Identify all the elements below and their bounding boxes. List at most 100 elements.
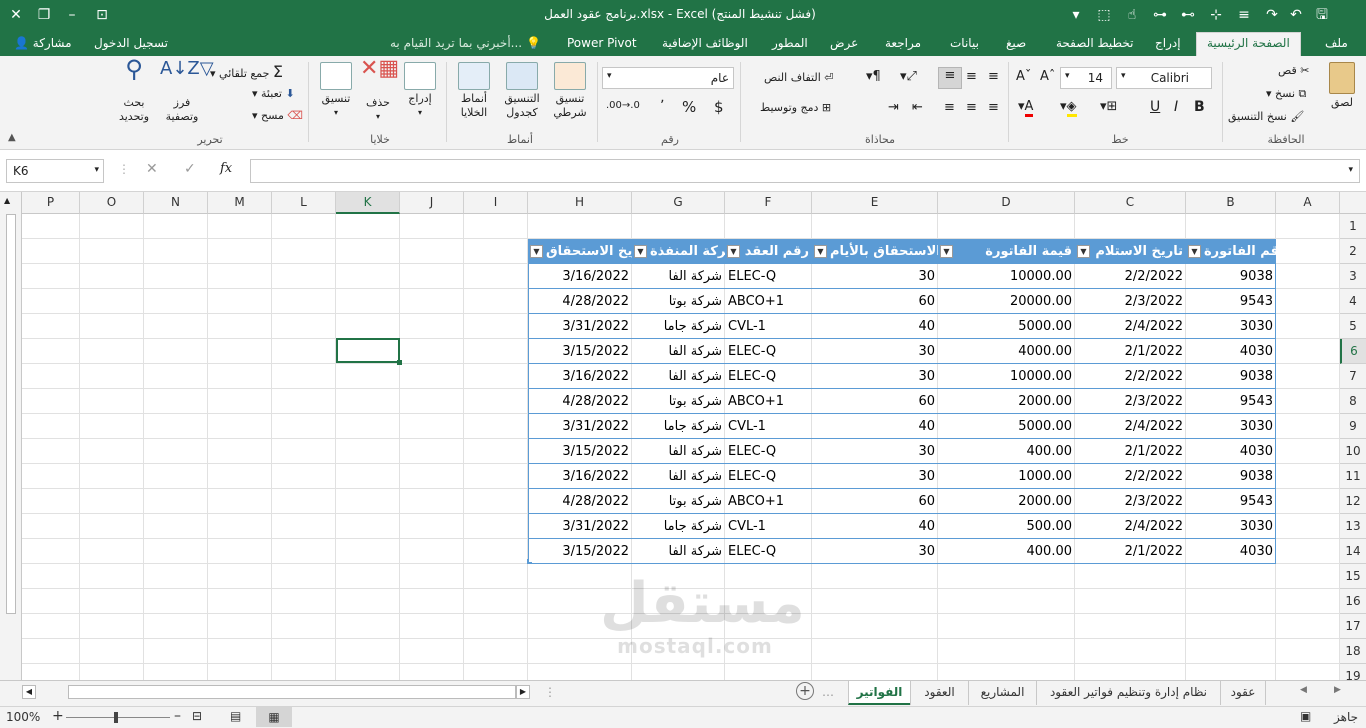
worksheet-grid[interactable]: ▲ ABCDEFGHIJKLMNOP 1 2 3 4 5 6 7 8 9 10 11 12 13 14 15… — [0, 192, 1366, 689]
column-header-L[interactable]: L — [272, 192, 336, 214]
column-header-I[interactable]: I — [464, 192, 528, 214]
tab-formulas[interactable]: صيغ — [1006, 36, 1026, 50]
row-header-8[interactable]: 8 — [1340, 389, 1366, 414]
table-cell[interactable]: 5000.00 — [938, 414, 1075, 439]
row-header-2[interactable]: 2 — [1340, 239, 1366, 264]
org-chart-icon[interactable]: ⊷ — [1178, 5, 1198, 25]
autosum-button[interactable]: ▾ جمع تلقائي Σ — [210, 62, 283, 81]
table-cell[interactable]: 9038 — [1186, 464, 1276, 489]
name-box[interactable]: K6 ▾ — [6, 159, 104, 183]
insert-function-button[interactable]: fx — [220, 161, 232, 176]
fill-handle[interactable] — [397, 360, 402, 365]
column-header-A[interactable]: A — [1276, 192, 1340, 214]
sort-filter-button[interactable]: A↓Z▽ فرز وتصفية — [160, 60, 214, 124]
table-cell[interactable]: 20000.00 — [938, 289, 1075, 314]
table-cell[interactable]: 9038 — [1186, 364, 1276, 389]
table-cell[interactable]: 2/3/2022 — [1075, 289, 1186, 314]
table-cell[interactable]: ELEC-Q — [725, 439, 812, 464]
touch-mode-icon[interactable]: ☝ — [1122, 5, 1142, 25]
table-cell[interactable]: 3/16/2022 — [528, 464, 632, 489]
hierarchy-icon[interactable]: ⊹ — [1206, 5, 1226, 25]
filter-dropdown-icon[interactable]: ▼ — [1188, 245, 1201, 258]
vertical-scrollbar[interactable]: ▲ — [0, 192, 22, 680]
more-sheets-icon[interactable]: … — [822, 685, 834, 699]
ribbon-display-icon[interactable]: ⊡ — [92, 5, 112, 25]
scroll-up-icon[interactable]: ▲ — [4, 196, 10, 205]
filter-dropdown-icon[interactable]: ▼ — [634, 245, 647, 258]
row-header-9[interactable]: 9 — [1340, 414, 1366, 439]
table-cell[interactable]: 3030 — [1186, 414, 1276, 439]
table-header-cell[interactable]: رقم العقد ▼ — [725, 239, 812, 264]
find-select-button[interactable]: ⚲ بحث وتحديد — [112, 57, 156, 124]
fill-color-button[interactable]: ▾◈ — [1060, 99, 1077, 117]
zoom-slider[interactable] — [66, 717, 170, 718]
filter-dropdown-icon[interactable]: ▼ — [727, 245, 740, 258]
table-cell[interactable]: ABCO+1 — [725, 489, 812, 514]
redo-icon[interactable]: ↷ — [1262, 5, 1282, 25]
row-header-7[interactable]: 7 — [1340, 364, 1366, 389]
table-header-cell[interactable]: رقم الفاتورة▼ — [1186, 239, 1276, 264]
table-cell[interactable]: 60 — [812, 389, 938, 414]
tab-page-layout[interactable]: تخطيط الصفحة — [1056, 36, 1133, 50]
row-header-5[interactable]: 5 — [1340, 314, 1366, 339]
column-header-D[interactable]: D — [938, 192, 1075, 214]
zoom-thumb[interactable] — [114, 712, 118, 723]
row-header-14[interactable]: 14 — [1340, 539, 1366, 564]
table-cell[interactable]: 60 — [812, 489, 938, 514]
table-header-cell[interactable]: مدة الاستحقاق بالأيام▼ — [812, 239, 938, 264]
table-cell[interactable]: 30 — [812, 464, 938, 489]
table-cell[interactable]: 40 — [812, 514, 938, 539]
table-cell[interactable]: 30 — [812, 264, 938, 289]
row-header-6[interactable]: 6 — [1340, 339, 1366, 364]
font-size-dropdown[interactable]: ▾ 14 — [1060, 67, 1112, 89]
close-icon[interactable]: ✕ — [6, 5, 26, 25]
tab-view[interactable]: عرض — [830, 36, 858, 50]
font-color-button[interactable]: ▾A — [1018, 99, 1034, 117]
decrease-decimal-button[interactable]: .00→.0 — [606, 100, 640, 111]
column-header-O[interactable]: O — [80, 192, 144, 214]
next-sheet-icon[interactable]: ▶ — [1334, 685, 1341, 695]
table-cell[interactable]: 4000.00 — [938, 339, 1075, 364]
select-icon[interactable]: ⬚ — [1094, 5, 1114, 25]
table-header-cell[interactable]: تاريخ الاستلام ▼ — [1075, 239, 1186, 264]
table-cell[interactable]: 4/28/2022 — [528, 389, 632, 414]
table-cell[interactable]: 4030 — [1186, 439, 1276, 464]
table-cell[interactable]: 2/1/2022 — [1075, 539, 1186, 564]
table-cell[interactable]: CVL-1 — [725, 514, 812, 539]
sheet-tab-system[interactable]: نظام إدارة وتنظيم فواتير العقود — [1036, 681, 1220, 705]
table-cell[interactable]: 1000.00 — [938, 464, 1075, 489]
table-header-cell[interactable]: قيمة الفاتورة ▼ — [938, 239, 1075, 264]
page-break-view-icon[interactable]: ⊟ — [192, 709, 202, 723]
table-cell[interactable]: 3/31/2022 — [528, 414, 632, 439]
column-header-N[interactable]: N — [144, 192, 208, 214]
sheet-tab-contracts[interactable]: العقود — [910, 681, 968, 705]
diagram-icon[interactable]: ⊶ — [1150, 5, 1170, 25]
save-icon[interactable]: 🖫 — [1312, 5, 1332, 25]
table-cell[interactable]: 3030 — [1186, 314, 1276, 339]
fill-button[interactable]: ▾ تعبئة ⬇ — [252, 87, 295, 100]
share-button[interactable]: 👤 مشاركة — [14, 36, 72, 50]
sheet-tab-main[interactable]: عقود — [1220, 681, 1266, 705]
row-header-18[interactable]: 18 — [1340, 639, 1366, 664]
splitter-icon[interactable]: ⋮ — [544, 685, 556, 699]
table-cell[interactable]: 400.00 — [938, 539, 1075, 564]
currency-button[interactable]: $ — [714, 98, 724, 116]
row-header-11[interactable]: 11 — [1340, 464, 1366, 489]
cancel-entry-icon[interactable]: ✕ — [146, 161, 158, 177]
table-cell[interactable]: 3/31/2022 — [528, 314, 632, 339]
tab-addins[interactable]: الوظائف الإضافية — [662, 36, 748, 50]
percent-style-button[interactable]: % — [682, 98, 696, 116]
zoom-level[interactable]: 100% — [6, 710, 40, 724]
table-cell[interactable]: شركة جاما — [632, 414, 725, 439]
row-header-1[interactable]: 1 — [1340, 214, 1366, 239]
table-cell[interactable]: 30 — [812, 539, 938, 564]
table-cell[interactable]: شركة بوتا — [632, 389, 725, 414]
row-header-3[interactable]: 3 — [1340, 264, 1366, 289]
table-cell[interactable]: 9038 — [1186, 264, 1276, 289]
table-resize-handle[interactable] — [527, 559, 532, 564]
cut-button[interactable]: قص ✂ — [1278, 64, 1309, 77]
table-cell[interactable]: 4030 — [1186, 539, 1276, 564]
table-cell[interactable]: 2/2/2022 — [1075, 364, 1186, 389]
filter-dropdown-icon[interactable]: ▼ — [530, 245, 543, 258]
table-cell[interactable]: ELEC-Q — [725, 364, 812, 389]
